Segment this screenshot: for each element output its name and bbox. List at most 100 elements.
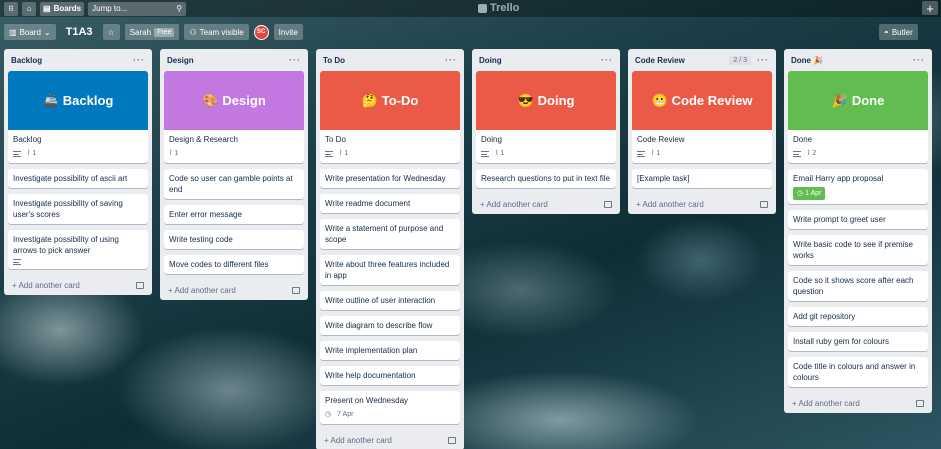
paperclip-icon: ⌇ (339, 150, 343, 157)
description-icon (325, 150, 333, 157)
board-icon: ▤ (43, 4, 51, 13)
list-card[interactable]: Email Harry app proposal ◷ 1 Apr (788, 169, 928, 204)
cover-card[interactable]: 😬 Code Review Code Review ⌇ 1 (632, 71, 772, 163)
invite-button[interactable]: Invite (273, 24, 303, 40)
grimace-face-icon: 😬 (651, 93, 668, 108)
star-icon: ☆ (107, 27, 115, 37)
list-card[interactable]: Code so user can gamble points at end (164, 169, 304, 199)
attachment-count: 1 (174, 150, 179, 157)
more-icon[interactable]: ··· (601, 55, 613, 65)
list-card[interactable]: Present on Wednesday ◷ 7 Apr (320, 391, 460, 424)
cover-label: To-Do (381, 93, 419, 108)
card-cover: 🚢 Backlog (8, 71, 148, 130)
list-card[interactable]: Write readme document (320, 194, 460, 213)
list-header: To Do ··· (320, 49, 460, 71)
list-card[interactable]: Write basic code to see if premise works (788, 235, 928, 265)
chevron-down-icon: ⌄ (43, 27, 51, 37)
list-card[interactable]: Write outline of user interaction (320, 291, 460, 310)
add-card-button[interactable]: + Add another card (164, 280, 304, 300)
add-card-text: Add another card (330, 435, 392, 445)
list-card[interactable]: Write implementation plan (320, 341, 460, 360)
card-title: Code Review (637, 135, 685, 144)
list-card[interactable]: Write testing code (164, 230, 304, 249)
visibility-button[interactable]: ⚇ Team visible (184, 24, 249, 40)
add-card-button[interactable]: + Add another card (476, 194, 616, 214)
star-button[interactable]: ☆ (102, 24, 120, 40)
list-card[interactable]: Investigate possibility of ascii art (8, 169, 148, 188)
list-card[interactable]: Code title in colours and answer in colo… (788, 357, 928, 387)
list-card[interactable]: [Example task] (632, 169, 772, 188)
add-card-label: + Add another card (480, 199, 548, 209)
apps-grid-button[interactable]: ⁝⁝ (4, 1, 18, 16)
cover-card[interactable]: 🤔 To-Do To Do ⌇ 1 (320, 71, 460, 163)
add-card-button[interactable]: + Add another card (632, 194, 772, 214)
list-title[interactable]: To Do (323, 56, 345, 65)
list-card[interactable]: Write help documentation (320, 366, 460, 385)
attachment-badge: ⌇ 1 (169, 148, 178, 159)
list-title[interactable]: Done 🎉 (791, 56, 823, 65)
more-icon[interactable]: ··· (757, 55, 769, 65)
add-card-text: Add another card (798, 398, 860, 408)
list-card[interactable]: Write presentation for Wednesday (320, 169, 460, 188)
list-card[interactable]: Move codes to different files (164, 255, 304, 274)
trello-logo[interactable]: Trello (478, 2, 519, 14)
board-title[interactable]: T1A3 (61, 26, 98, 38)
more-icon[interactable]: ··· (913, 55, 925, 65)
add-card-button[interactable]: + Add another card (8, 275, 148, 295)
list-card[interactable]: Code so it shows score after each questi… (788, 271, 928, 301)
list-card[interactable]: Write about three features included in a… (320, 255, 460, 285)
list-title[interactable]: Design (167, 56, 194, 65)
palette-icon: 🎨 (202, 93, 219, 108)
list-card[interactable]: Install ruby gem for colours (788, 332, 928, 351)
cover-card[interactable]: 😎 Doing Doing ⌇ 1 (476, 71, 616, 163)
boards-button[interactable]: ▤ Boards (40, 1, 85, 16)
template-icon[interactable] (916, 399, 924, 407)
card-title: Done (793, 135, 813, 144)
avatar[interactable]: SC (253, 24, 269, 40)
workspace-button[interactable]: Sarah Free (124, 24, 180, 40)
list-title[interactable]: Backlog (11, 56, 42, 65)
template-icon[interactable] (448, 436, 456, 444)
list-design: Design ··· 🎨 Design Design & Research ⌇ 1 C… (160, 49, 308, 300)
create-button[interactable]: + (922, 1, 938, 16)
add-card-button[interactable]: + Add another card (788, 393, 928, 413)
list-card[interactable]: Investigate possibility of saving user's… (8, 194, 148, 224)
add-card-text: Add another card (18, 280, 80, 290)
plan-badge: Free (154, 27, 175, 37)
template-icon[interactable] (136, 281, 144, 289)
card-title: Backlog (13, 135, 42, 144)
paperclip-icon: ⌇ (495, 150, 499, 157)
list-title[interactable]: Code Review (635, 56, 685, 65)
list-card[interactable]: Write diagram to describe flow (320, 316, 460, 335)
more-icon[interactable]: ··· (133, 55, 145, 65)
template-icon[interactable] (760, 200, 768, 208)
list-card[interactable]: Enter error message (164, 205, 304, 224)
cover-card[interactable]: 🚢 Backlog Backlog ⌇ 1 (8, 71, 148, 163)
card-title: Doing (481, 135, 502, 144)
clock-icon: ◷ (797, 190, 806, 197)
cover-card[interactable]: 🎨 Design Design & Research ⌇ 1 (164, 71, 304, 163)
attachment-count: 1 (500, 150, 505, 157)
board-view-switcher[interactable]: ▥ Board ⌄ (4, 24, 56, 40)
list-card[interactable]: Write a statement of purpose and scope (320, 219, 460, 249)
add-card-button[interactable]: + Add another card (320, 430, 460, 449)
list-card[interactable]: Write prompt to greet user (788, 210, 928, 229)
template-icon[interactable] (604, 200, 612, 208)
due-date: 7 Apr (337, 411, 354, 418)
search-input[interactable]: Jump to... ⚲ (88, 1, 187, 16)
board-view-label: Board (19, 27, 41, 37)
list-card[interactable]: Add git repository (788, 307, 928, 326)
list-card[interactable]: Research questions to put in text file (476, 169, 616, 188)
card-title: Investigate possibility of using arrows … (13, 235, 119, 255)
template-icon[interactable] (292, 286, 300, 294)
more-icon[interactable]: ··· (445, 55, 457, 65)
cover-card[interactable]: 🎉 Done Done ⌇ 2 (788, 71, 928, 163)
list-card[interactable]: Investigate possibility of using arrows … (8, 230, 148, 269)
list-title[interactable]: Doing (479, 56, 502, 65)
butler-button[interactable]: ◓ Butler (879, 24, 918, 40)
board-header: ▥ Board ⌄ T1A3 ☆ Sarah Free ⚇ Team visible S… (0, 22, 941, 42)
home-button[interactable]: ⌂ (22, 1, 36, 16)
card-badges: ⌇ 1 (13, 148, 143, 159)
list-code-review: Code Review 2 / 3 ··· 😬 Code Review Code Re… (628, 49, 776, 214)
more-icon[interactable]: ··· (289, 55, 301, 65)
